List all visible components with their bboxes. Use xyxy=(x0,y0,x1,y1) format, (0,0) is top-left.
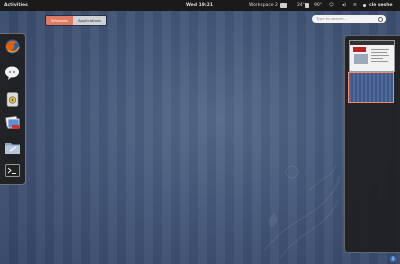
thumb-text-line xyxy=(371,55,389,56)
workspace-thumbnail-1[interactable] xyxy=(349,40,395,72)
user-menu[interactable]: cle seshe xyxy=(369,0,393,11)
tab-applications[interactable]: Applications xyxy=(72,16,107,25)
message-tray-icon[interactable]: i xyxy=(390,256,396,262)
thumb-image xyxy=(354,54,368,64)
thumb-text-line xyxy=(371,49,389,50)
workspace-thumbnail-2[interactable] xyxy=(348,72,394,103)
clock[interactable]: Wed 19:21 xyxy=(186,0,213,11)
search-input[interactable]: Type to search... xyxy=(312,15,386,23)
thumb-banner xyxy=(353,47,366,52)
temp-reading-1: 24° xyxy=(297,3,305,8)
thumb-text-line xyxy=(371,61,388,62)
shotwell-icon[interactable] xyxy=(4,114,21,131)
view-selector: Windows Applications xyxy=(45,15,108,26)
terminal-icon[interactable] xyxy=(4,162,21,179)
temp-reading-2: 90° xyxy=(314,3,322,8)
firefox-icon[interactable] xyxy=(4,38,21,55)
thumb-text-line xyxy=(371,58,383,59)
activities-button[interactable]: Activities xyxy=(4,0,28,11)
accessibility-icon[interactable]: ☺ xyxy=(329,0,334,11)
search-icon xyxy=(378,16,383,22)
rhythmbox-icon[interactable] xyxy=(4,91,21,108)
tab-windows[interactable]: Windows xyxy=(46,16,73,25)
fan-icon[interactable] xyxy=(305,3,309,8)
files-icon[interactable] xyxy=(4,139,21,156)
volume-icon[interactable]: ◂) xyxy=(342,0,346,11)
thumb-window-titlebar xyxy=(350,41,394,45)
network-icon[interactable]: ≋ xyxy=(353,0,357,11)
status-icon xyxy=(363,4,366,7)
workspace-indicator[interactable]: Workspace 2 xyxy=(249,0,278,11)
top-bar: Activities Wed 19:21 Workspace 2 24° 90°… xyxy=(0,0,400,11)
thumb-text-line xyxy=(371,52,387,53)
dash xyxy=(0,33,26,185)
desktop-background xyxy=(0,0,400,264)
empathy-icon[interactable] xyxy=(4,64,21,81)
display-icon[interactable] xyxy=(280,3,287,8)
wallpaper-ornament xyxy=(264,165,341,259)
